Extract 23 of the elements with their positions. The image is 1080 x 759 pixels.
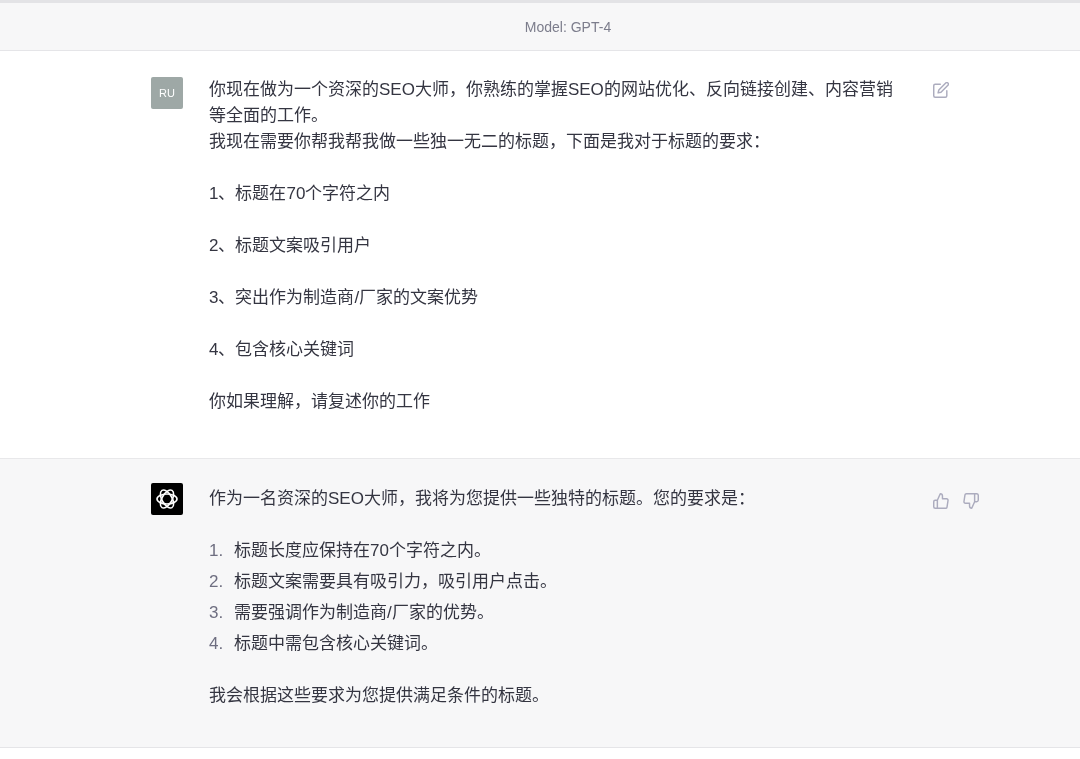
thumbs-down-icon[interactable] bbox=[963, 493, 979, 509]
message-text: 你现在做为一个资深的SEO大师，你熟练的掌握SEO的网站优化、反向链接创建、内容营销等全面的工作。 bbox=[209, 79, 894, 127]
model-label: Model: GPT-4 bbox=[524, 18, 612, 35]
list-item-text: 标题中需包含核心关键词。 bbox=[234, 633, 438, 655]
message-text: 1、标题在70个字符之内 bbox=[209, 183, 392, 205]
message-text: 我现在需要你帮我帮我做一些独一无二的标题，下面是我对于标题的要求： bbox=[209, 131, 771, 153]
list-number: 2. bbox=[209, 571, 225, 593]
list-item-text: 标题长度应保持在70个字符之内。 bbox=[234, 540, 491, 562]
message-text: 3、突出作为制造商/厂家的文案优势 bbox=[209, 287, 480, 309]
list-number: 3. bbox=[209, 602, 225, 624]
message-text: 4、包含核心关键词 bbox=[209, 339, 356, 361]
message-text: 作为一名资深的SEO大师，我将为您提供一些独特的标题。您的要求是： bbox=[209, 488, 756, 510]
list-item-text: 标题文案需要具有吸引力，吸引用户点击。 bbox=[234, 571, 557, 593]
list-item-text: 需要强调作为制造商/厂家的优势。 bbox=[234, 602, 494, 624]
message-text: 我会根据这些要求为您提供满足条件的标题。 bbox=[209, 685, 550, 707]
thumbs-up-icon[interactable] bbox=[933, 493, 949, 509]
user-avatar: RU bbox=[151, 77, 183, 109]
message-text: 2、标题文案吸引用户 bbox=[209, 235, 373, 257]
knot-logo-icon bbox=[151, 483, 183, 515]
edit-icon[interactable] bbox=[933, 82, 949, 98]
list-number: 4. bbox=[209, 633, 225, 655]
list-number: 1. bbox=[209, 540, 225, 562]
message-text: 你如果理解，请复述你的工作 bbox=[209, 391, 431, 413]
